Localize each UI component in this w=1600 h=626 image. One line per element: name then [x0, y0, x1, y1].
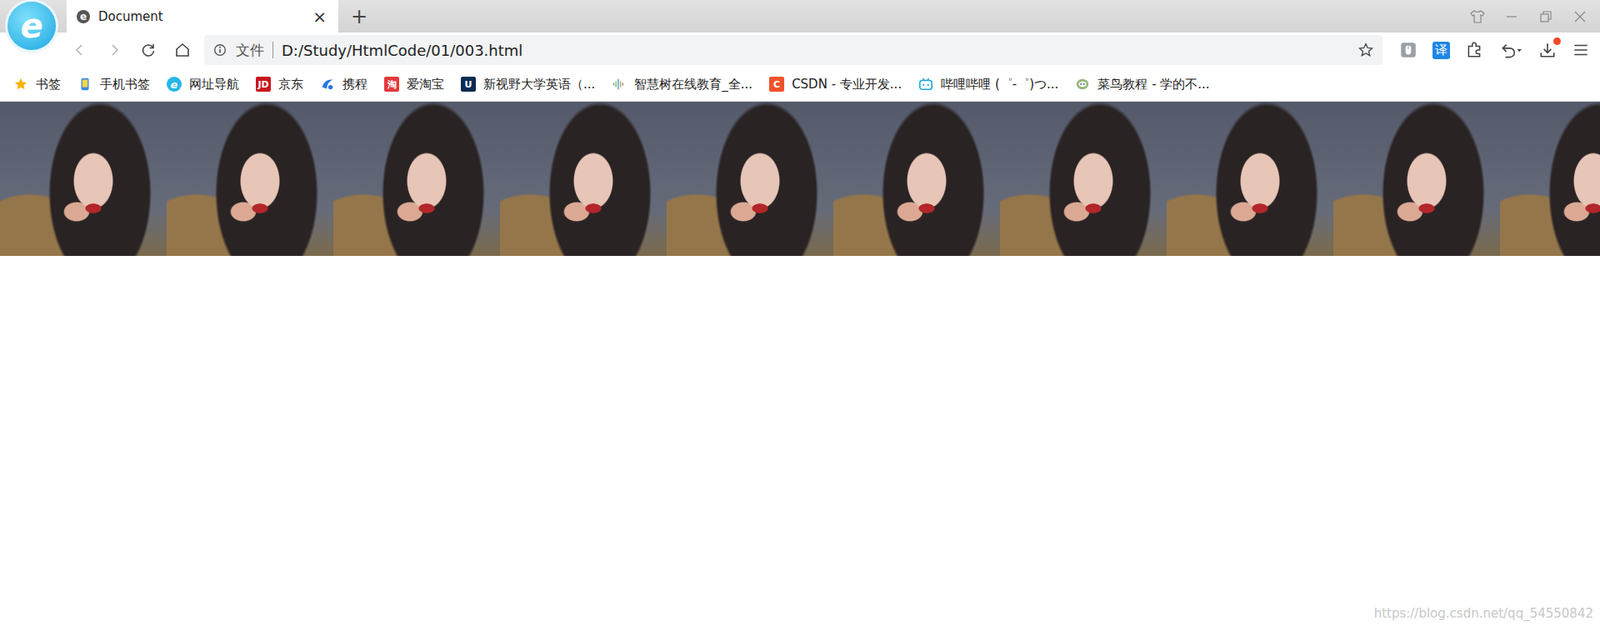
scheme-label: 文件	[235, 41, 274, 59]
bookmark-label: 京东	[278, 76, 304, 93]
bookmark-item[interactable]: 智慧树在线教育_全...	[611, 76, 753, 93]
bookmark-label: 新视野大学英语（...	[483, 76, 595, 93]
browser-window: e e Document × + 文件 D:/Study/HtmlCode/01/003.h…	[0, 0, 1600, 626]
bookmark-label: 智慧树在线教育_全...	[634, 76, 753, 93]
photo-strip	[0, 101, 1600, 256]
bookmark-item[interactable]: 书签	[13, 76, 61, 93]
url-text[interactable]: D:/Study/HtmlCode/01/003.html	[281, 41, 1350, 60]
info-icon[interactable]	[212, 42, 228, 58]
bookmarks-bar: 书签 手机书签 e 网址导航 JD 京东 携程淘爱淘宝 U 新视野大学英语（... 智慧树在线教育…	[0, 67, 1600, 102]
bookmark-label: 哔哩哔哩 (゜-゜)つ...	[940, 76, 1059, 93]
browser-logo-icon[interactable]: e	[7, 1, 56, 50]
bookmark-label: 携程	[342, 76, 368, 93]
zhihuishu-icon	[611, 76, 627, 92]
page-content: https://blog.csdn.net/qq_54550842	[0, 101, 1600, 626]
bookmark-item[interactable]: e 网址导航	[166, 76, 240, 93]
runoob-icon	[1075, 76, 1090, 92]
extension-icon[interactable]	[1465, 40, 1484, 60]
nav-icon: e	[166, 76, 182, 92]
bookmark-item[interactable]: JD 京东	[255, 76, 304, 93]
site-icon: JD	[255, 76, 271, 92]
star-icon	[13, 76, 29, 92]
bookmark-label: 爱淘宝	[406, 76, 445, 93]
restore-icon[interactable]	[1537, 8, 1555, 25]
minimize-icon[interactable]	[1503, 8, 1520, 25]
undo-icon[interactable]	[1498, 40, 1524, 60]
bookmark-item[interactable]: 手机书签	[77, 76, 150, 93]
bookmark-label: 菜鸟教程 - 学的不...	[1097, 76, 1210, 93]
site-icon: U	[460, 76, 476, 92]
close-window-icon[interactable]	[1571, 8, 1589, 25]
watermark: https://blog.csdn.net/qq_54550842	[1374, 605, 1594, 621]
download-button[interactable]	[1538, 40, 1557, 60]
new-tab-button[interactable]: +	[338, 0, 380, 33]
bookmark-star-icon[interactable]	[1357, 41, 1375, 59]
address-bar[interactable]: 文件 D:/Study/HtmlCode/01/003.html	[204, 35, 1383, 65]
translate-button[interactable]: 译	[1432, 41, 1450, 60]
bookmark-label: 手机书签	[100, 76, 150, 93]
menu-icon[interactable]	[1571, 40, 1590, 60]
bookmark-item[interactable]: C CSDN - 专业开发...	[769, 76, 902, 93]
bookmark-item[interactable]: 携程	[320, 76, 368, 93]
ctrip-icon	[320, 76, 335, 92]
bookmark-item[interactable]: 哔哩哔哩 (゜-゜)つ...	[918, 76, 1059, 93]
tab[interactable]: e Document ×	[66, 0, 339, 33]
bookmark-item[interactable]: 淘爱淘宝	[384, 76, 445, 93]
bookmark-label: 书签	[35, 76, 61, 93]
phone-icon	[77, 76, 93, 92]
toolbar: 文件 D:/Study/HtmlCode/01/003.html 译	[0, 32, 1600, 68]
forward-icon[interactable]	[105, 41, 123, 59]
download-badge	[1553, 37, 1561, 45]
bookmark-label: CSDN - 专业开发...	[791, 76, 902, 93]
site-icon: C	[769, 76, 785, 92]
tab-strip: e Document × +	[0, 0, 1600, 33]
tab-title: Document	[98, 9, 305, 25]
tab-close-button[interactable]: ×	[312, 6, 327, 27]
back-icon[interactable]	[71, 41, 89, 59]
skin-icon[interactable]	[1469, 8, 1486, 25]
window-controls	[1469, 0, 1600, 33]
bilibili-icon	[918, 76, 934, 92]
reload-icon[interactable]	[140, 41, 157, 59]
home-icon[interactable]	[174, 41, 191, 59]
bookmark-item[interactable]: 菜鸟教程 - 学的不...	[1075, 76, 1210, 93]
bookmark-item[interactable]: U 新视野大学英语（...	[460, 76, 595, 93]
bookmark-label: 网址导航	[189, 76, 240, 93]
site-icon: 淘	[384, 76, 400, 92]
favicon-icon: e	[76, 10, 90, 24]
mouse-gesture-icon[interactable]	[1399, 40, 1418, 60]
